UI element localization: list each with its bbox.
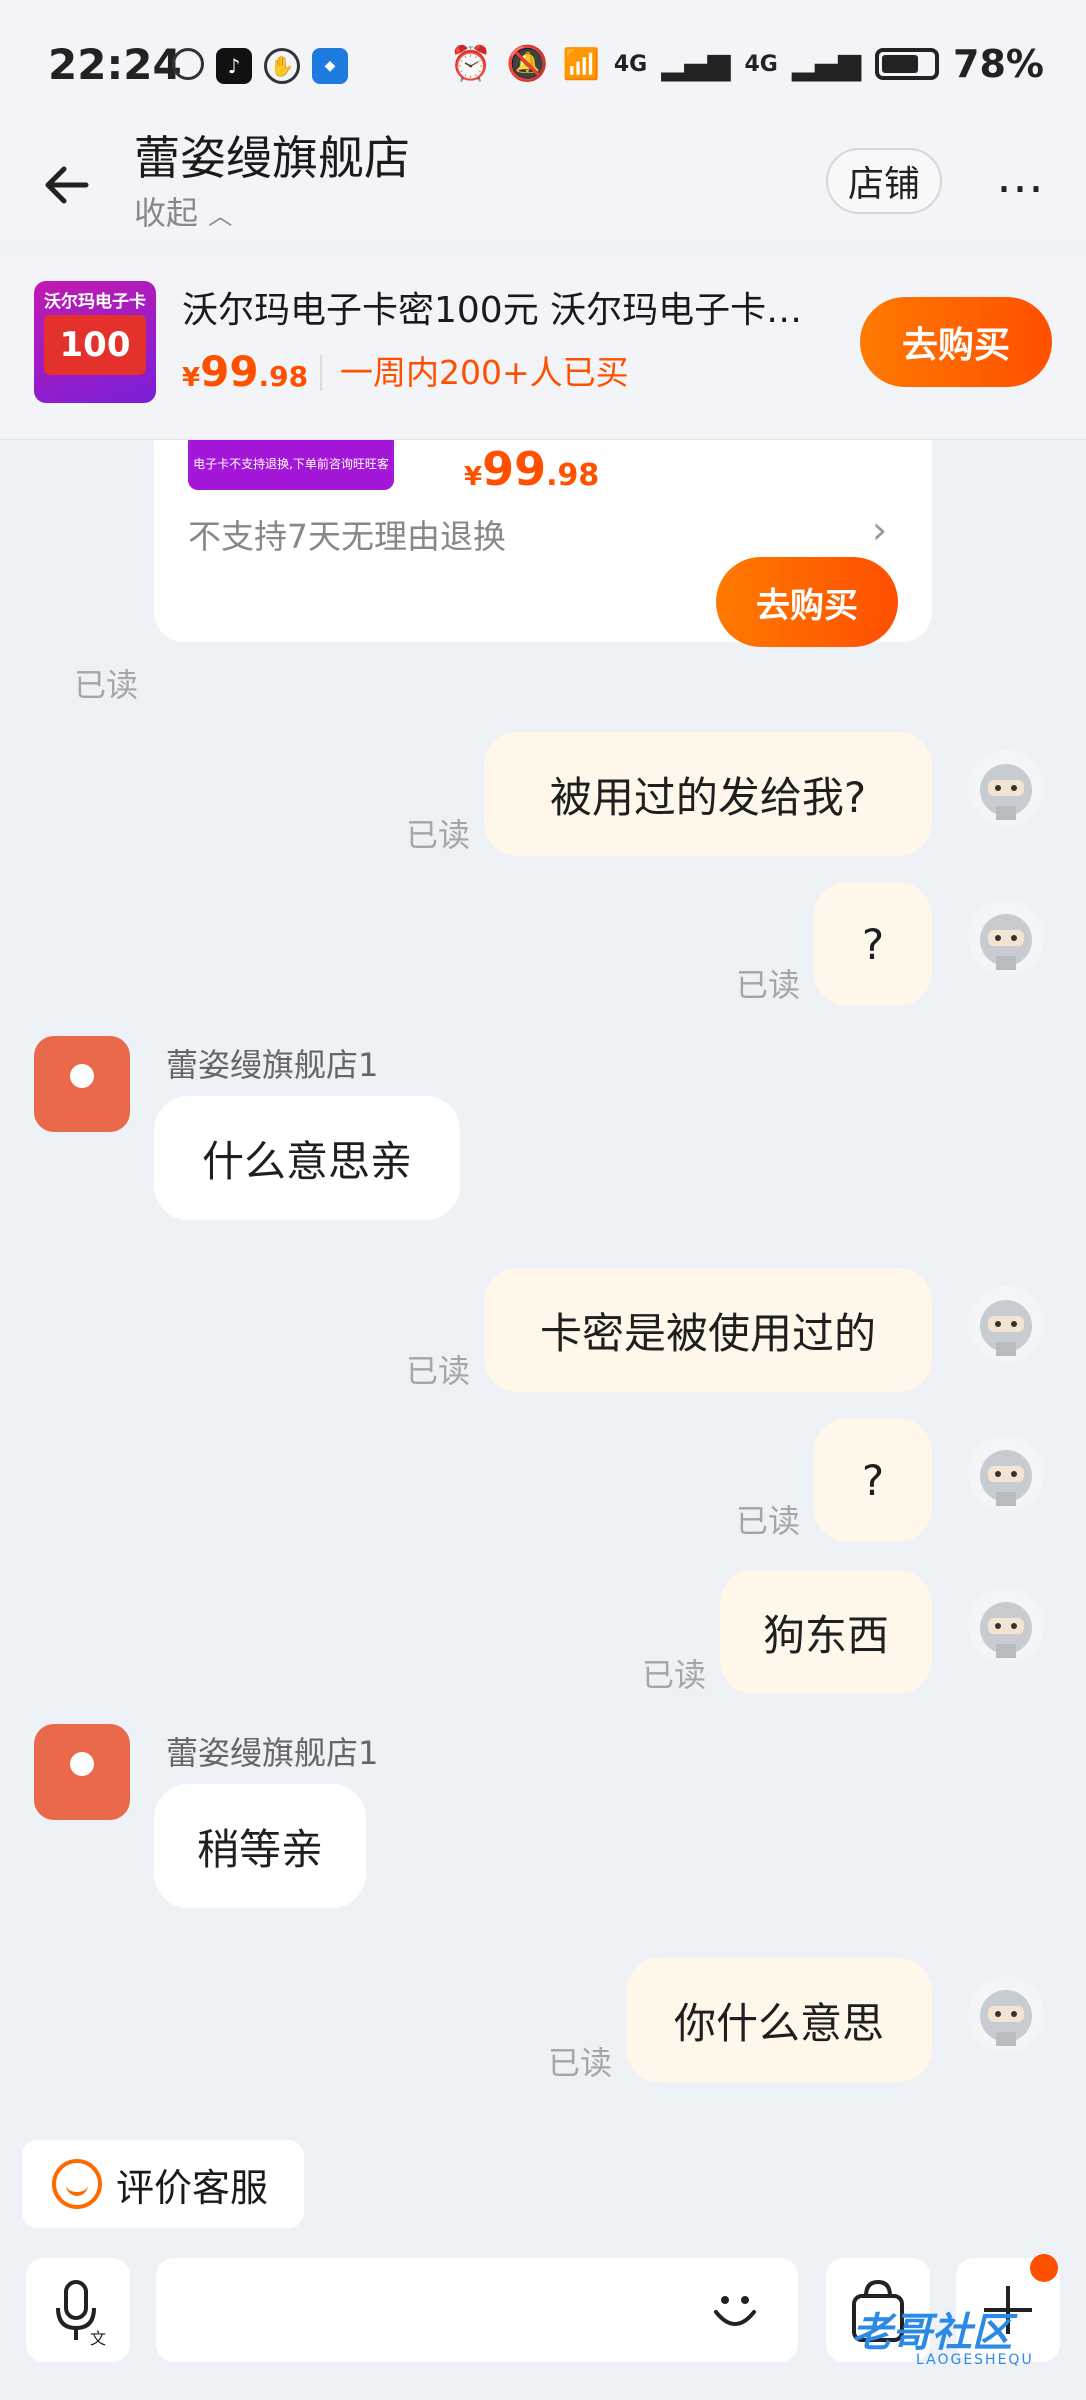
thumbnail-value: 100	[44, 315, 146, 375]
read-receipt: 已读	[74, 666, 139, 704]
product-card-message[interactable]: 电子卡不支持退换,下单前咨询旺旺客服 ¥99.98 不支持7天无理由退换 › 去…	[154, 440, 932, 647]
avatar-ninja-icon	[980, 1602, 1032, 1658]
read-receipt: 已读	[736, 966, 801, 1004]
svg-text:文: 文	[90, 2329, 106, 2348]
rate-service-label: 评价客服	[116, 2165, 269, 2210]
product-price: ¥99.98	[182, 347, 309, 396]
card-buy-button[interactable]: 去购买	[716, 557, 898, 647]
wifi-icon: 📶	[562, 46, 600, 82]
more-menu-icon[interactable]: ⋯	[996, 160, 1046, 216]
tiktok-icon: ♪	[216, 48, 252, 84]
sender-name: 蕾姿缦旗舰店1	[166, 1046, 379, 1084]
my-avatar[interactable]	[968, 750, 1044, 826]
read-receipt: 已读	[736, 1502, 801, 1540]
my-message-bubble[interactable]: 狗东西	[720, 1570, 932, 1694]
chevron-right-icon[interactable]: ›	[872, 508, 887, 552]
avatar-ninja-icon	[980, 1990, 1032, 2046]
message-input[interactable]	[156, 2258, 798, 2362]
my-message-bubble[interactable]: 被用过的发给我?	[484, 732, 932, 856]
my-avatar[interactable]	[968, 900, 1044, 976]
battery-icon	[875, 48, 940, 80]
signal-icon-2: ▂▄▆	[791, 46, 862, 82]
battery-level: 78%	[953, 42, 1044, 86]
network-4g-2: 4G	[744, 51, 778, 77]
chat-header: 蕾姿缦旗舰店 收起 ︿ 店铺 ⋯	[0, 110, 1086, 240]
chat-messages[interactable]: 电子卡不支持退换,下单前咨询旺旺客服 ¥99.98 不支持7天无理由退换 › 去…	[0, 440, 1086, 2130]
rate-service-button[interactable]: 评价客服	[22, 2140, 304, 2228]
my-message-bubble[interactable]: 你什么意思	[626, 1958, 932, 2082]
sender-name: 蕾姿缦旗舰店1	[166, 1734, 379, 1772]
notification-dot	[1030, 2254, 1058, 2282]
return-policy: 不支持7天无理由退换	[188, 517, 506, 556]
microphone-icon: 文	[56, 2280, 106, 2348]
avatar-ninja-icon	[980, 764, 1032, 820]
watermark: 老哥社区	[852, 2310, 1012, 2356]
card-price: ¥99.98	[464, 442, 600, 496]
mute-icon: 🔕	[506, 44, 549, 84]
shop-message-bubble[interactable]: 稍等亲	[154, 1784, 366, 1908]
my-message-bubble[interactable]: ?	[814, 882, 932, 1006]
hand-icon: ✋	[264, 48, 300, 84]
my-message-bubble[interactable]: 卡密是被使用过的	[484, 1268, 932, 1392]
sold-count: 一周内200+人已买	[320, 355, 629, 391]
status-bar: 22:24 ♪ ✋ ◆ ⏰ 🔕 📶 4G ▂▄▆ 4G ▂▄▆ 78%	[0, 0, 1086, 125]
shop-message-bubble[interactable]: 什么意思亲	[154, 1096, 460, 1220]
read-receipt: 已读	[406, 816, 471, 854]
my-avatar[interactable]	[968, 1286, 1044, 1362]
watermark-sub: LAOGESHEQU	[916, 2352, 1034, 2368]
network-4g-1: 4G	[613, 51, 648, 77]
pinned-product-bar[interactable]: 沃尔玛电子卡 100 沃尔玛电子卡密100元 沃尔玛电子卡… ¥99.98 一周…	[0, 255, 1086, 440]
my-avatar[interactable]	[968, 1436, 1044, 1512]
my-avatar[interactable]	[968, 1588, 1044, 1664]
status-time: 22:24	[48, 40, 182, 89]
avatar-ninja-icon	[980, 1450, 1032, 1506]
flame-icon	[70, 1752, 94, 1776]
shop-avatar[interactable]	[34, 1036, 130, 1132]
signal-icon-1: ▂▄▆	[661, 46, 731, 82]
emoji-icon[interactable]	[706, 2280, 764, 2338]
product-title[interactable]: 沃尔玛电子卡密100元 沃尔玛电子卡…	[182, 281, 832, 333]
collapse-label: 收起	[134, 194, 199, 232]
product-thumbnail[interactable]: 沃尔玛电子卡 100	[34, 281, 156, 403]
page-title: 蕾姿缦旗舰店	[134, 131, 410, 185]
card-thumbnail: 电子卡不支持退换,下单前咨询旺旺客服	[188, 440, 394, 519]
shop-avatar[interactable]	[34, 1724, 130, 1820]
avatar-ninja-icon	[980, 914, 1032, 970]
voice-button[interactable]: 文	[26, 2258, 130, 2362]
read-receipt: 已读	[406, 1352, 471, 1390]
car-app-icon: ◆	[312, 48, 348, 84]
shop-button[interactable]: 店铺	[826, 148, 942, 214]
notification-icons: ♪ ✋ ◆	[172, 48, 348, 84]
collapse-toggle[interactable]: 收起 ︿	[134, 188, 232, 234]
buy-button[interactable]: 去购买	[860, 297, 1052, 387]
alarm-icon: ⏰	[449, 44, 493, 84]
hotspot-icon	[172, 48, 204, 80]
my-message-bubble[interactable]: ?	[814, 1418, 932, 1542]
chevron-up-icon: ︿	[208, 202, 233, 230]
my-avatar[interactable]	[968, 1976, 1044, 2052]
back-arrow-icon[interactable]	[38, 155, 98, 215]
thumbnail-text: 沃尔玛电子卡	[44, 292, 146, 312]
avatar-ninja-icon	[980, 1300, 1032, 1356]
flame-icon	[70, 1064, 94, 1088]
smile-icon	[52, 2159, 102, 2209]
read-receipt: 已读	[642, 1656, 707, 1694]
read-receipt: 已读	[548, 2044, 613, 2082]
status-right: ⏰ 🔕 📶 4G ▂▄▆ 4G ▂▄▆ 78%	[450, 42, 1044, 86]
